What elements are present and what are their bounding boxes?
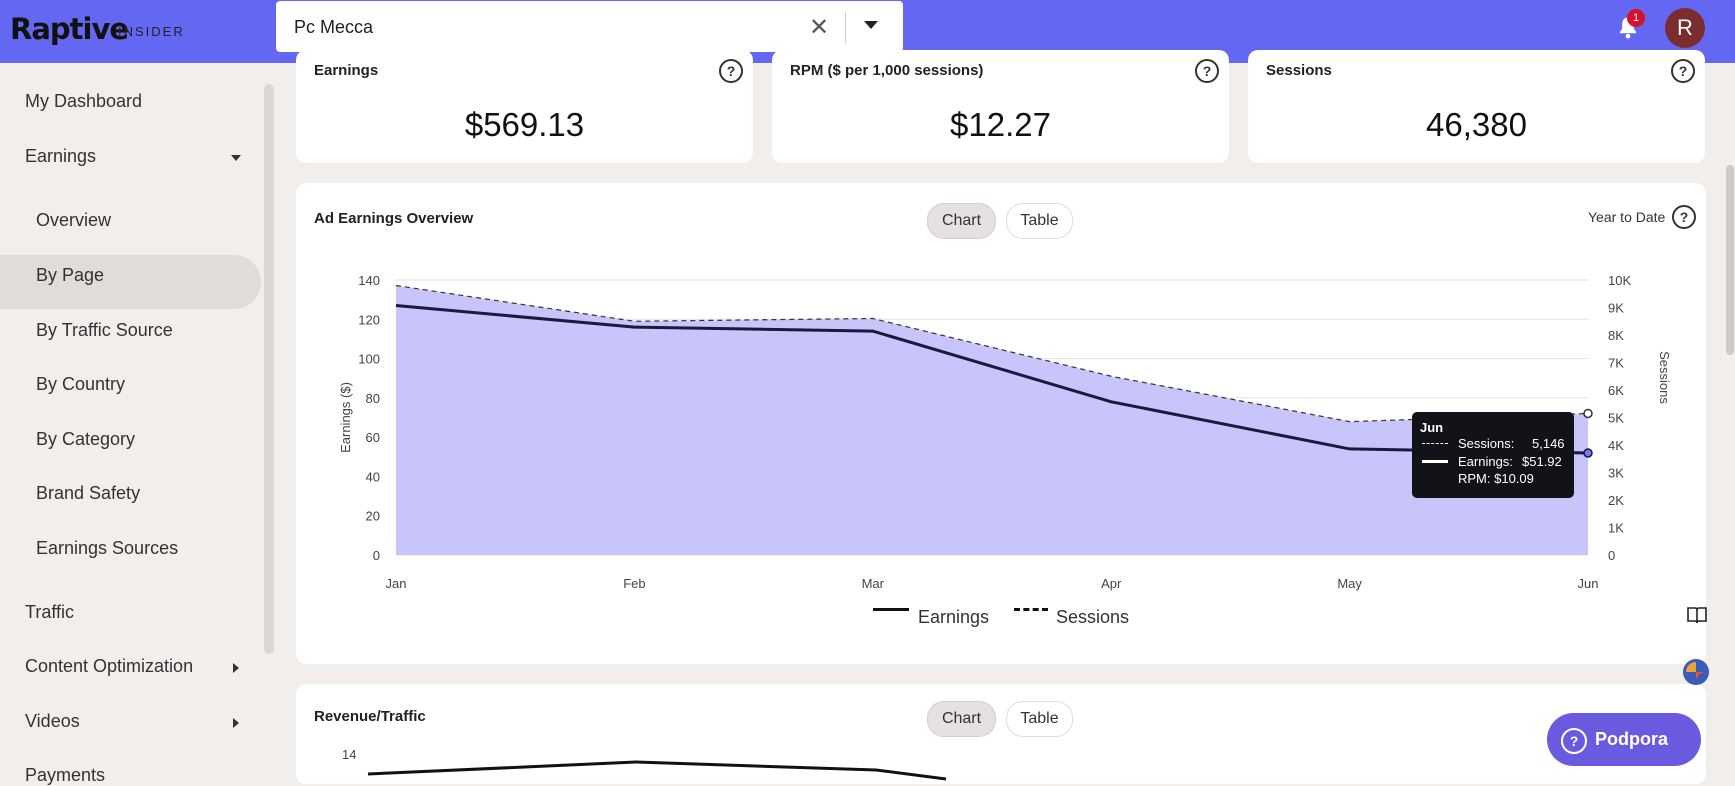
kpi-title: Earnings xyxy=(314,62,379,79)
sidebar-scrollbar[interactable] xyxy=(264,84,274,654)
ad-earnings-overview-card: Ad Earnings Overview Chart Table Year to… xyxy=(296,183,1706,664)
help-icon: ? xyxy=(1561,728,1587,754)
tooltip-sessions-swatch xyxy=(1422,443,1448,444)
y2-tick-label: 4K xyxy=(1608,438,1624,453)
y2-tick-label: 0 xyxy=(1608,548,1615,563)
sessions-area xyxy=(396,285,1588,555)
help-icon[interactable]: ? xyxy=(719,59,743,83)
divider xyxy=(845,11,846,43)
site-selector[interactable]: Pc Mecca ✕ xyxy=(276,1,903,52)
sidebar-item-by-country[interactable]: By Country xyxy=(36,374,125,395)
y2-tick-label: 9K xyxy=(1608,301,1624,316)
chevron-right-icon[interactable] xyxy=(233,718,239,728)
chevron-right-icon[interactable] xyxy=(233,663,239,673)
help-icon[interactable]: ? xyxy=(1671,59,1695,83)
y2-tick-label: 8K xyxy=(1608,328,1624,343)
sidebar-item-traffic[interactable]: Traffic xyxy=(25,602,74,623)
y-tick-label: 80 xyxy=(366,391,380,406)
y2-tick-label: 10K xyxy=(1608,273,1631,288)
sidebar-item-payments[interactable]: Payments xyxy=(25,765,105,786)
revenue-chart-line xyxy=(367,760,947,781)
y2-tick-label: 7K xyxy=(1608,356,1624,371)
earnings-point xyxy=(1583,448,1593,458)
kpi-value: $12.27 xyxy=(950,106,1051,143)
x-tick-label: Jan xyxy=(386,576,407,591)
clear-icon[interactable]: ✕ xyxy=(809,13,829,42)
extension-icon[interactable] xyxy=(1681,657,1711,687)
y-tick-label: 120 xyxy=(358,312,380,327)
legend-sessions-swatch xyxy=(1014,608,1048,611)
y-axis-label: Earnings ($) xyxy=(338,382,353,453)
chevron-down-icon[interactable] xyxy=(231,155,241,161)
legend-earnings-swatch xyxy=(873,608,909,611)
x-tick-label: Mar xyxy=(862,576,885,591)
kpi-value: $569.13 xyxy=(464,106,585,143)
sidebar-item-earnings-sources[interactable]: Earnings Sources xyxy=(36,538,178,559)
y-tick-label: 20 xyxy=(366,509,380,524)
sessions-point xyxy=(1583,408,1593,419)
sidebar-item-earnings[interactable]: Earnings xyxy=(25,146,96,167)
notification-badge: 1 xyxy=(1627,9,1645,27)
y2-tick-label: 1K xyxy=(1608,521,1624,536)
avatar[interactable]: R xyxy=(1665,8,1705,48)
book-icon[interactable] xyxy=(1686,604,1708,626)
sidebar-item-by-traffic-source[interactable]: By Traffic Source xyxy=(36,320,173,341)
y2-tick-label: 3K xyxy=(1608,466,1624,481)
sidebar-item-content-optimization[interactable]: Content Optimization xyxy=(25,656,193,677)
legend-sessions-label[interactable]: Sessions xyxy=(1056,607,1129,628)
y2-tick-label: 2K xyxy=(1608,493,1624,508)
sidebar-item-brand-safety[interactable]: Brand Safety xyxy=(36,483,140,504)
y2-tick-label: 6K xyxy=(1608,383,1624,398)
chevron-down-icon[interactable] xyxy=(864,21,878,29)
tooltip-earnings-value: $51.92 xyxy=(1522,454,1562,469)
tooltip-rpm: RPM: $10.09 xyxy=(1458,471,1534,486)
sidebar-item-by-category[interactable]: By Category xyxy=(36,429,135,450)
help-icon[interactable]: ? xyxy=(1195,59,1219,83)
kpi-card-earnings: Earnings ? $569.13 xyxy=(296,50,753,163)
sidebar-item-videos[interactable]: Videos xyxy=(25,711,80,732)
chart-tooltip: Jun Sessions: 5,146 Earnings: $51.92 RPM… xyxy=(1412,412,1574,498)
support-label: Podpora xyxy=(1595,729,1669,749)
kpi-card-sessions: Sessions ? 46,380 xyxy=(1248,50,1705,163)
tooltip-earnings-label: Earnings: xyxy=(1458,454,1513,469)
support-button[interactable]: ? Podpora xyxy=(1547,713,1701,766)
sidebar-item-overview[interactable]: Overview xyxy=(36,210,111,231)
y-tick-label: 40 xyxy=(366,469,380,484)
sidebar-item-my-dashboard[interactable]: My Dashboard xyxy=(25,91,142,112)
x-tick-label: Jun xyxy=(1578,576,1599,591)
kpi-value: 46,380 xyxy=(1426,106,1527,143)
sidebar: My Dashboard Earnings Overview By Page B… xyxy=(0,63,261,785)
revenue-traffic-card: Revenue/Traffic Chart Table 14 xyxy=(296,684,1706,784)
y-tick-label: 140 xyxy=(358,273,380,288)
page-scrollbar[interactable] xyxy=(1726,165,1734,355)
y-tick-label: 0 xyxy=(373,548,380,563)
x-tick-label: May xyxy=(1337,576,1362,591)
logo-subtitle: INSIDER xyxy=(118,24,185,39)
raptive-logo[interactable]: Raptive xyxy=(10,12,129,46)
y-tick-label: 100 xyxy=(358,352,380,367)
site-selector-value[interactable]: Pc Mecca xyxy=(294,17,373,38)
tooltip-title: Jun xyxy=(1420,420,1444,435)
kpi-title: Sessions xyxy=(1266,62,1332,79)
tooltip-sessions-label: Sessions: xyxy=(1458,436,1515,451)
sidebar-item-by-page[interactable]: By Page xyxy=(36,265,104,286)
x-tick-label: Apr xyxy=(1101,576,1122,591)
y2-axis-label: Sessions xyxy=(1657,351,1672,404)
x-tick-label: Feb xyxy=(623,576,645,591)
kpi-title: RPM ($ per 1,000 sessions) xyxy=(790,62,984,79)
tooltip-sessions-value: 5,146 xyxy=(1532,436,1565,451)
y-tick-label: 60 xyxy=(366,430,380,445)
y2-tick-label: 5K xyxy=(1608,411,1624,426)
kpi-card-rpm: RPM ($ per 1,000 sessions) ? $12.27 xyxy=(772,50,1229,163)
tooltip-earnings-swatch xyxy=(1422,460,1448,463)
legend-earnings-label[interactable]: Earnings xyxy=(918,607,989,628)
